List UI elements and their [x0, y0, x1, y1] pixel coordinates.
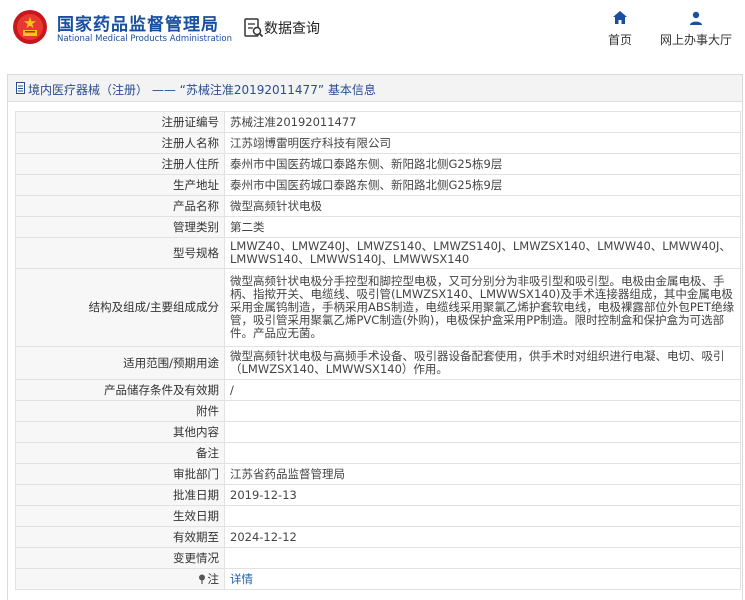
table-row: 型号规格 LMWZ40、LMWZ40J、LMWZS140、LMWZS140J、L…: [15, 237, 741, 269]
panel-title: 境内医疗器械（注册） —— “苏械注准20192011477” 基本信息: [28, 83, 376, 97]
detail-panel: 境内医疗器械（注册） —— “苏械注准20192011477” 基本信息 注册证…: [7, 74, 743, 600]
table-row: 产品储存条件及有效期 /: [15, 379, 741, 401]
table-row: 注 详情: [15, 568, 741, 590]
row-label: 产品名称: [15, 195, 225, 217]
note-label-cell: 注: [15, 568, 225, 590]
row-label: 结构及组成/主要组成成分: [15, 268, 225, 347]
details-link[interactable]: 详情: [230, 572, 253, 586]
national-emblem-icon: [13, 10, 47, 44]
brand-subtitle: National Medical Products Administration: [57, 34, 232, 44]
table-row: 管理类别 第二类: [15, 216, 741, 238]
table-row: 其他内容: [15, 421, 741, 443]
table-row: 注册人住所 泰州市中国医药城口泰路东侧、新阳路北侧G25栋9层: [15, 153, 741, 175]
home-icon: [613, 11, 627, 24]
row-value: [224, 421, 741, 443]
row-label: 注册人名称: [15, 132, 225, 154]
row-label: 生产地址: [15, 174, 225, 196]
row-label: 注册人住所: [15, 153, 225, 175]
table-row: 结构及组成/主要组成成分 微型高频针状电极分手控型和脚控型电极，又可分别分为非吸…: [15, 268, 741, 347]
data-query-icon[interactable]: [243, 17, 265, 39]
row-value: 江苏省药品监督管理局: [224, 463, 741, 485]
nav-home[interactable]: 首页: [604, 10, 636, 48]
row-value: 微型高频针状电极: [224, 195, 741, 217]
table-row: 变更情况: [15, 547, 741, 569]
document-icon: [16, 82, 25, 94]
row-value: LMWZ40、LMWZ40J、LMWZS140、LMWZS140J、LMWZSX…: [224, 237, 741, 269]
user-icon: [690, 11, 702, 25]
row-value: [224, 505, 741, 527]
nav-online-office[interactable]: 网上办事大厅: [657, 10, 735, 48]
row-label: 审批部门: [15, 463, 225, 485]
row-value: /: [224, 379, 741, 401]
row-label: 型号规格: [15, 237, 225, 269]
table-row: 生效日期: [15, 505, 741, 527]
info-table: 注册证编号 苏械注准20192011477 注册人名称 江苏翊博雷明医疗科技有限…: [15, 111, 741, 590]
row-label: 管理类别: [15, 216, 225, 238]
row-value: 第二类: [224, 216, 741, 238]
row-value: 江苏翊博雷明医疗科技有限公司: [224, 132, 741, 154]
row-value: 泰州市中国医药城口泰路东侧、新阳路北侧G25栋9层: [224, 174, 741, 196]
table-row: 产品名称 微型高频针状电极: [15, 195, 741, 217]
data-query-link[interactable]: 数据查询: [264, 18, 320, 38]
table-row: 生产地址 泰州市中国医药城口泰路东侧、新阳路北侧G25栋9层: [15, 174, 741, 196]
table-row: 注册证编号 苏械注准20192011477: [15, 111, 741, 133]
brand-title: 国家药品监督管理局: [57, 15, 219, 35]
row-label: 批准日期: [15, 484, 225, 506]
table-row: 批准日期 2019-12-13: [15, 484, 741, 506]
table-row: 审批部门 江苏省药品监督管理局: [15, 463, 741, 485]
row-label: 备注: [15, 442, 225, 464]
nav-online-office-label: 网上办事大厅: [659, 33, 732, 47]
site-header: 国家药品监督管理局 National Medical Products Admi…: [0, 0, 745, 62]
row-label: 适用范围/预期用途: [15, 346, 225, 380]
row-label: 有效期至: [15, 526, 225, 548]
table-row: 附件: [15, 400, 741, 422]
row-value: [224, 400, 741, 422]
row-label: 附件: [15, 400, 225, 422]
row-value: 微型高频针状电极与高频手术设备、吸引器设备配套使用，供手术时对组织进行电凝、电切…: [224, 346, 741, 380]
row-value: 苏械注准20192011477: [224, 111, 741, 133]
row-label: 其他内容: [15, 421, 225, 443]
row-label: 变更情况: [15, 547, 225, 569]
pin-icon: [198, 574, 205, 584]
table-row: 备注: [15, 442, 741, 464]
table-row: 注册人名称 江苏翊博雷明医疗科技有限公司: [15, 132, 741, 154]
nav-home-label: 首页: [607, 33, 632, 47]
panel-header: 境内医疗器械（注册） —— “苏械注准20192011477” 基本信息: [8, 75, 742, 102]
row-value: [224, 442, 741, 464]
row-value: [224, 547, 741, 569]
table-row: 有效期至 2024-12-12: [15, 526, 741, 548]
row-value: 详情: [224, 568, 741, 590]
row-label: 注: [207, 571, 220, 586]
row-value: 微型高频针状电极分手控型和脚控型电极，又可分别分为非吸引型和吸引型。电极由金属电…: [224, 268, 741, 347]
row-label: 产品储存条件及有效期: [15, 379, 225, 401]
row-value: 2019-12-13: [224, 484, 741, 506]
row-value: 泰州市中国医药城口泰路东侧、新阳路北侧G25栋9层: [224, 153, 741, 175]
row-label: 生效日期: [15, 505, 225, 527]
table-row: 适用范围/预期用途 微型高频针状电极与高频手术设备、吸引器设备配套使用，供手术时…: [15, 346, 741, 380]
row-label: 注册证编号: [15, 111, 225, 133]
row-value: 2024-12-12: [224, 526, 741, 548]
